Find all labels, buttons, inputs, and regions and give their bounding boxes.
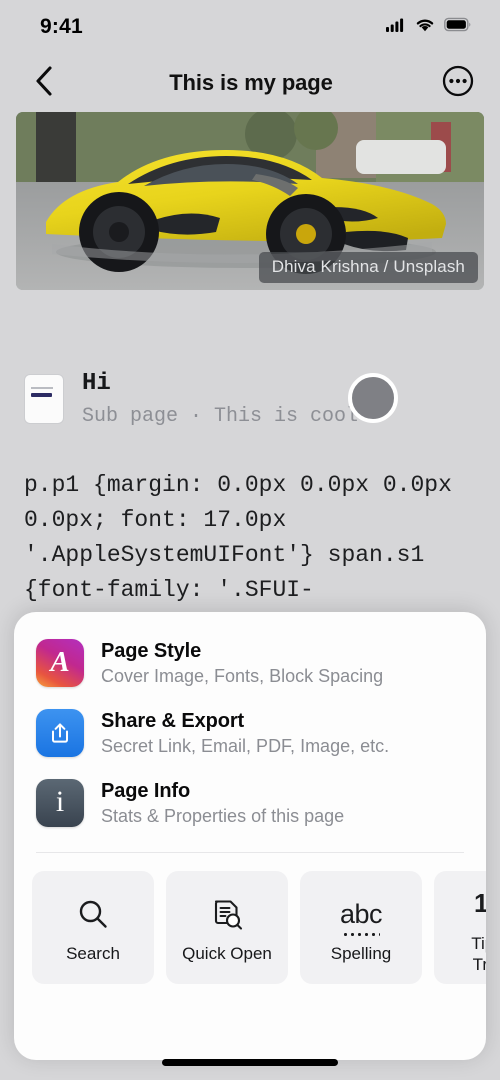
menu-item-page-info[interactable]: i Page Info Stats & Properties of this p…	[14, 768, 486, 838]
page-document-icon	[24, 374, 64, 424]
quick-open-icon	[210, 891, 244, 937]
sub-page-row[interactable]: Hi Sub page · This is cool ·	[16, 368, 484, 428]
page-style-icon-glyph: A	[50, 645, 70, 678]
tile-label: Tips & Tricks	[471, 933, 486, 974]
menu-item-subtitle: Secret Link, Email, PDF, Image, etc.	[101, 735, 390, 756]
battery-full-icon	[444, 17, 472, 37]
avatar[interactable]	[348, 373, 398, 423]
sub-page-meta: Hi Sub page · This is cool ·	[82, 368, 382, 428]
status-icons	[386, 17, 472, 37]
tips-tricks-icon: 123	[474, 881, 486, 927]
status-time: 9:41	[40, 15, 83, 38]
menu-item-title: Share & Export	[101, 709, 245, 732]
spelling-icon-glyph: abc	[339, 898, 383, 936]
page-info-icon: i	[36, 779, 84, 827]
sub-page-title: Hi	[82, 370, 111, 397]
menu-item-page-style[interactable]: A Page Style Cover Image, Fonts, Block S…	[14, 628, 486, 698]
code-text-block: p.p1 {margin: 0.0px 0.0px 0.0px 0.0px; f…	[24, 471, 466, 603]
bottom-sheet: A Page Style Cover Image, Fonts, Block S…	[14, 612, 486, 1060]
tile-label: Search	[66, 944, 120, 963]
page-info-icon-glyph: i	[55, 785, 65, 818]
tips-tricks-icon-glyph: 123	[474, 888, 486, 918]
tile-label: Quick Open	[182, 944, 272, 963]
menu-item-subtitle: Stats & Properties of this page	[101, 805, 345, 826]
chevron-left-icon	[34, 65, 54, 102]
tile-quick-open[interactable]: Quick Open	[166, 871, 288, 984]
home-indicator-bar[interactable]	[162, 1059, 338, 1066]
page-title: This is my page	[169, 70, 333, 95]
back-button[interactable]	[24, 63, 64, 103]
quick-action-tiles[interactable]: Search Quick Open abc Spelling 123	[14, 853, 486, 1002]
cellular-signal-icon	[386, 17, 406, 37]
menu-item-subtitle: Cover Image, Fonts, Block Spacing	[101, 665, 384, 686]
page-style-icon: A	[36, 639, 84, 687]
tile-label: Spelling	[330, 944, 392, 963]
cover-image[interactable]: Dhiva Krishna / Unsplash	[16, 112, 484, 290]
more-options-button[interactable]	[438, 63, 478, 103]
menu-item-text: Share & Export Secret Link, Email, PDF, …	[101, 710, 389, 757]
ellipsis-circle-icon	[442, 65, 474, 102]
page-content: Dhiva Krishna / Unsplash Hi Sub page · T…	[0, 112, 500, 608]
menu-item-text: Page Style Cover Image, Fonts, Block Spa…	[101, 640, 383, 687]
wifi-icon	[415, 17, 435, 37]
menu-item-share-export[interactable]: Share & Export Secret Link, Email, PDF, …	[14, 698, 486, 768]
tile-tips-tricks[interactable]: 123 Tips & Tricks	[434, 871, 486, 984]
search-icon	[76, 891, 110, 937]
tile-search[interactable]: Search	[32, 871, 154, 984]
sub-page-subtitle: Sub page · This is cool ·	[82, 404, 383, 428]
menu-item-title: Page Info	[101, 779, 191, 802]
menu-item-title: Page Style	[101, 639, 202, 662]
status-bar: 9:41	[0, 0, 500, 54]
share-export-icon	[36, 709, 84, 757]
tile-spelling[interactable]: abc Spelling	[300, 871, 422, 984]
photo-credit: Dhiva Krishna / Unsplash	[258, 252, 478, 283]
spelling-icon: abc	[339, 891, 383, 937]
menu-item-text: Page Info Stats & Properties of this pag…	[101, 780, 344, 827]
navigation-bar: This is my page	[0, 54, 500, 112]
